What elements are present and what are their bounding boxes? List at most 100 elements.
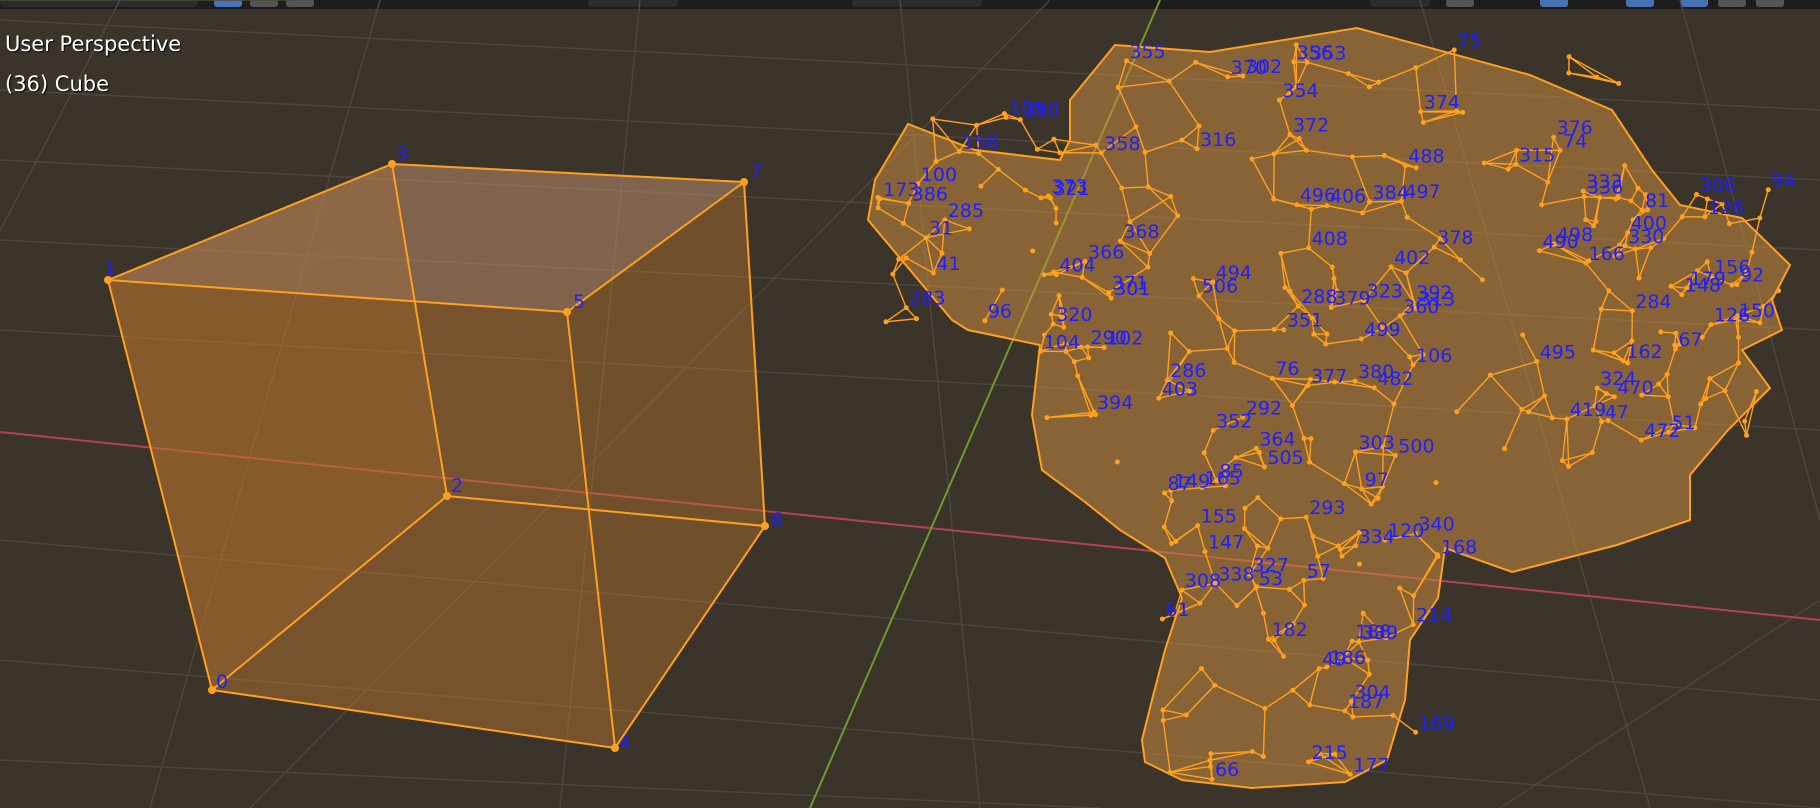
mesh-vertex[interactable] bbox=[1349, 638, 1355, 644]
mesh-vertex[interactable] bbox=[930, 116, 936, 122]
mesh-vertex[interactable] bbox=[1481, 160, 1487, 166]
mesh-vertex[interactable] bbox=[1232, 328, 1238, 334]
mesh-vertex[interactable] bbox=[1365, 657, 1371, 663]
mesh-vertex[interactable] bbox=[1038, 195, 1044, 201]
mesh-vertex[interactable] bbox=[1034, 146, 1040, 152]
mesh-vertex[interactable] bbox=[913, 316, 919, 322]
mesh-vertex[interactable] bbox=[1197, 600, 1203, 606]
mesh-vertex[interactable] bbox=[1722, 388, 1728, 394]
mesh-vertex[interactable] bbox=[1091, 409, 1097, 415]
mesh-vertex[interactable] bbox=[1390, 712, 1396, 718]
mesh-vertex[interactable] bbox=[1108, 295, 1114, 301]
mesh-vertex[interactable] bbox=[1194, 146, 1200, 152]
mesh-vertex[interactable] bbox=[1249, 749, 1255, 755]
mesh-vertex[interactable] bbox=[1359, 486, 1365, 492]
mesh-vertex[interactable] bbox=[1296, 136, 1302, 142]
mesh-vertex[interactable] bbox=[1359, 210, 1365, 216]
mesh-vertex[interactable] bbox=[1265, 545, 1271, 551]
mesh-vertex[interactable] bbox=[1566, 70, 1572, 76]
mesh-vertex[interactable] bbox=[1315, 553, 1321, 559]
mesh-vertex[interactable] bbox=[896, 256, 902, 262]
mesh-vertex[interactable] bbox=[1086, 355, 1092, 361]
cube-vertex[interactable] bbox=[563, 308, 571, 316]
mesh-vertex[interactable] bbox=[1044, 415, 1050, 421]
mesh-vertex[interactable] bbox=[1411, 593, 1417, 599]
mesh-vertex[interactable] bbox=[1736, 360, 1742, 366]
mesh-vertex[interactable] bbox=[1278, 250, 1284, 256]
mesh-vertex[interactable] bbox=[1261, 464, 1267, 470]
mesh-vertex[interactable] bbox=[883, 319, 889, 325]
mesh-vertex[interactable] bbox=[1003, 114, 1009, 120]
mesh-vertex[interactable] bbox=[1306, 245, 1312, 251]
mesh-vertex[interactable] bbox=[1431, 244, 1437, 250]
mesh-vertex[interactable] bbox=[1255, 495, 1261, 501]
mesh-vertex[interactable] bbox=[1207, 763, 1213, 769]
mesh-vertex[interactable] bbox=[1342, 708, 1348, 714]
mesh-vertex[interactable] bbox=[1549, 415, 1555, 421]
mesh-vertex[interactable] bbox=[1636, 275, 1642, 281]
mesh-vertex[interactable] bbox=[1253, 445, 1259, 451]
mesh-vertex[interactable] bbox=[1413, 65, 1419, 71]
mesh-vertex[interactable] bbox=[1668, 283, 1674, 289]
mesh-vertex[interactable] bbox=[1278, 516, 1284, 522]
mesh-vertex[interactable] bbox=[1179, 587, 1185, 593]
mesh-vertex[interactable] bbox=[1173, 538, 1179, 544]
mesh-vertex[interactable] bbox=[995, 166, 1001, 172]
mesh-vertex[interactable] bbox=[1460, 109, 1466, 115]
mesh-vertex[interactable] bbox=[875, 205, 881, 211]
mesh-vertex[interactable] bbox=[1071, 359, 1077, 365]
mesh-vertex[interactable] bbox=[1262, 706, 1268, 712]
mesh-vertex[interactable] bbox=[1201, 450, 1207, 456]
mesh-vertex[interactable] bbox=[1356, 561, 1362, 567]
mesh-vertex[interactable] bbox=[901, 220, 907, 226]
mesh-vertex[interactable] bbox=[903, 255, 909, 261]
mesh-vertex[interactable] bbox=[923, 235, 929, 241]
mesh-vertex[interactable] bbox=[1702, 214, 1708, 220]
mesh-vertex[interactable] bbox=[1708, 322, 1714, 328]
mesh-vertex[interactable] bbox=[1323, 341, 1329, 347]
mesh-vertex[interactable] bbox=[1271, 326, 1277, 332]
mesh-vertex[interactable] bbox=[1606, 288, 1612, 294]
mesh-vertex[interactable] bbox=[1420, 119, 1426, 125]
mesh-vertex[interactable] bbox=[1502, 446, 1508, 452]
mesh-vertex[interactable] bbox=[1253, 585, 1259, 591]
mesh-vertex[interactable] bbox=[1566, 463, 1572, 469]
mesh-vertex[interactable] bbox=[1196, 293, 1202, 299]
mesh-vertex[interactable] bbox=[1254, 543, 1260, 549]
mesh-vertex[interactable] bbox=[1583, 217, 1589, 223]
mesh-vertex[interactable] bbox=[1698, 401, 1704, 407]
mesh-vertex[interactable] bbox=[1388, 264, 1394, 270]
mesh-vertex[interactable] bbox=[1703, 396, 1709, 402]
mesh-vertex[interactable] bbox=[1224, 346, 1230, 352]
mesh-vertex[interactable] bbox=[1093, 142, 1099, 148]
mesh-vertex[interactable] bbox=[1209, 776, 1215, 782]
mesh-vertex[interactable] bbox=[1603, 391, 1609, 397]
mesh-vertex[interactable] bbox=[1133, 124, 1139, 130]
suzanne-object[interactable]: 7435435630235335537437275376370316358366… bbox=[866, 26, 1795, 790]
mesh-vertex[interactable] bbox=[1381, 152, 1387, 158]
mesh-vertex[interactable] bbox=[1168, 330, 1174, 336]
mesh-vertex[interactable] bbox=[999, 287, 1005, 293]
mesh-vertex[interactable] bbox=[1260, 610, 1266, 616]
mesh-vertex[interactable] bbox=[1281, 653, 1287, 659]
mesh-vertex[interactable] bbox=[1353, 449, 1359, 455]
mesh-vertex[interactable] bbox=[1397, 313, 1403, 319]
mesh-vertex[interactable] bbox=[1665, 394, 1671, 400]
mesh-vertex[interactable] bbox=[1335, 543, 1341, 549]
mesh-vertex[interactable] bbox=[1260, 753, 1266, 759]
mesh-vertex[interactable] bbox=[1282, 285, 1288, 291]
mesh-vertex[interactable] bbox=[1583, 260, 1589, 266]
mesh-vertex[interactable] bbox=[1526, 409, 1532, 415]
mesh-vertex[interactable] bbox=[1310, 533, 1316, 539]
mesh-vertex[interactable] bbox=[1114, 459, 1120, 465]
mesh-vertex[interactable] bbox=[1030, 248, 1036, 254]
mesh-vertex[interactable] bbox=[1167, 769, 1173, 775]
mesh-vertex[interactable] bbox=[1175, 213, 1181, 219]
mesh-vertex[interactable] bbox=[1742, 418, 1748, 424]
mesh-vertex[interactable] bbox=[1193, 59, 1199, 65]
mesh-vertex[interactable] bbox=[1290, 687, 1296, 693]
mesh-vertex[interactable] bbox=[1271, 151, 1277, 157]
mesh-vertex[interactable] bbox=[1145, 184, 1151, 190]
cube-object[interactable]: 0 1 2 3 4 5 6 7 bbox=[104, 143, 783, 753]
mesh-vertex[interactable] bbox=[1294, 202, 1300, 208]
